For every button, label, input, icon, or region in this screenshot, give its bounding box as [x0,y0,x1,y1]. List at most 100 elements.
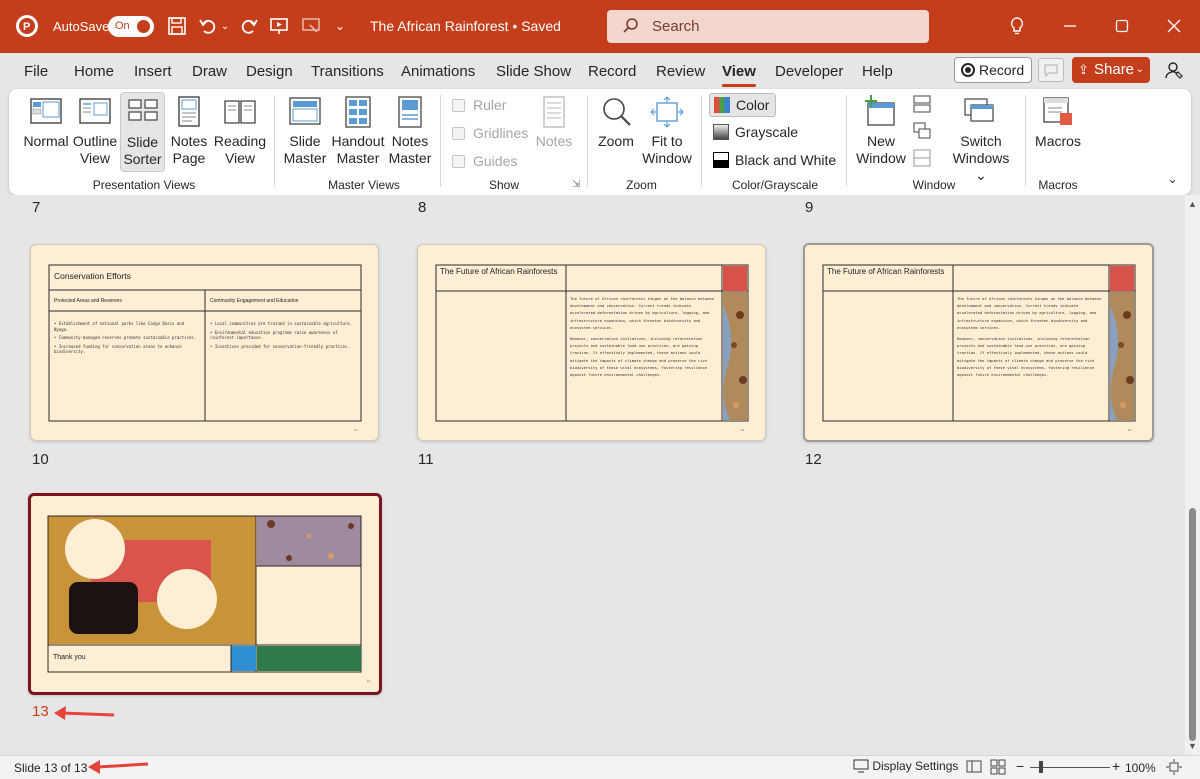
vertical-scrollbar[interactable]: ▲ ▼ [1185,195,1200,755]
record-button[interactable]: Record [954,57,1032,83]
slide-12-title: The Future of African Rainforests [827,267,945,276]
zoom-out-icon[interactable]: − [1016,758,1024,774]
tab-view[interactable]: View [722,63,756,87]
slide-master-button[interactable]: Slide Master [281,95,329,167]
redo-icon[interactable] [238,12,260,40]
slide-10-title: Conservation Efforts [54,271,131,281]
tab-review[interactable]: Review [656,63,705,80]
collapse-ribbon-icon[interactable]: ⌄ [1167,171,1178,187]
macros-button[interactable]: Macros [1033,95,1083,150]
show-dialog-launcher-icon[interactable]: ⇲ [572,179,580,190]
undo-dropdown-icon[interactable]: ⌄ [220,12,230,40]
zoom-in-icon[interactable]: + [1112,758,1120,774]
tab-draw[interactable]: Draw [192,63,227,80]
slide-thumbnail-11[interactable]: The Future of African Rainforests The fu… [417,244,766,441]
document-title[interactable]: The African Rainforest • Saved [370,18,561,34]
switch-windows-button[interactable]: Switch Windows ⌄ [946,95,1016,184]
close-icon[interactable] [1162,12,1186,40]
cascade-icon[interactable] [912,121,932,146]
group-divider [701,95,702,187]
normal-view-button[interactable]: Normal [22,95,70,150]
slide-counter[interactable]: Slide 13 of 13 [14,761,87,775]
notes-icon [543,96,565,128]
list-item: • Community-managed reserves promote sus… [54,335,197,340]
start-from-icon[interactable] [300,12,322,40]
color-button[interactable]: Color [709,93,776,117]
undo-icon[interactable] [197,12,219,40]
move-split-icon[interactable] [912,148,932,173]
new-window-button[interactable]: New Window [854,95,908,167]
outline-view-label-2: View [79,150,111,166]
customize-toolbar-icon[interactable]: ⌄ [333,12,347,40]
autosave-toggle[interactable]: On [108,16,154,37]
macros-label: Macros [1035,133,1081,149]
display-settings-button[interactable]: Display Settings [853,759,958,773]
notes-button[interactable]: Notes [534,95,574,150]
black-and-white-button[interactable]: Black and White [713,152,836,168]
ruler-checkbox[interactable]: Ruler [452,97,506,113]
zoom-slider-thumb[interactable] [1039,761,1043,773]
scroll-down-icon[interactable]: ▼ [1188,741,1197,751]
slide-10-col1-list: • Establishment of national parks like C… [54,321,199,355]
coauthor-icon[interactable] [1163,58,1185,82]
comments-button[interactable] [1038,58,1064,82]
annotation-arrow-icon [88,760,149,774]
list-item: • Incentives provided for conservation-f… [210,343,350,349]
normal-view-icon [30,98,62,124]
scroll-up-icon[interactable]: ▲ [1188,199,1197,209]
slide-sorter-button[interactable]: Slide Sorter [120,92,165,172]
slide-thumbnail-10[interactable]: Conservation Efforts Protected Areas and… [30,244,379,441]
save-icon[interactable] [166,12,188,40]
notes-page-icon [178,96,200,127]
zoom-button[interactable]: Zoom [594,95,638,150]
fit-to-window-button[interactable]: Fit to Window [640,95,694,167]
maximize-icon[interactable] [1110,12,1134,40]
tab-slide-show[interactable]: Slide Show [496,63,571,80]
zoom-level[interactable]: 100% [1125,761,1156,775]
arrange-all-icon[interactable] [912,94,932,119]
group-divider [1025,95,1026,187]
handout-master-button[interactable]: Handout Master [331,95,385,167]
tab-file[interactable]: File [24,63,48,80]
notes-page-button[interactable]: Notes Page [168,95,210,167]
guides-checkbox[interactable]: Guides [452,153,517,169]
lightbulb-icon[interactable] [1007,12,1027,40]
autosave-state: On [115,20,130,32]
share-dropdown-icon: ⌄ [1135,64,1144,75]
tab-design[interactable]: Design [246,63,293,80]
slide-12-page-number: 12 [1128,428,1132,432]
slide-10-col1-heading: Protected Areas and Reserves [54,298,122,304]
outline-view-button[interactable]: Outline View [72,95,118,167]
grayscale-button[interactable]: Grayscale [713,124,798,140]
reading-view-button[interactable]: Reading View [212,95,268,167]
tab-transitions[interactable]: Transitions [311,63,384,80]
view-normal-status-icon[interactable] [966,760,982,777]
ribbon: Normal Outline View Slide Sorter Notes P… [9,89,1191,195]
slide-13-preview [47,515,362,673]
slide-thumbnail-13[interactable]: Thank you 13 [28,493,382,695]
guides-label: Guides [473,153,518,169]
notes-master-button[interactable]: Notes Master [387,95,433,167]
tab-record[interactable]: Record [588,63,636,80]
scrollbar-thumb[interactable] [1189,508,1196,741]
notes-page-label-2: Page [172,150,206,166]
minimize-icon[interactable] [1058,12,1082,40]
gridlines-checkbox[interactable]: Gridlines [452,125,528,141]
slide-thumbnail-12[interactable]: The Future of African Rainforests The fu… [803,243,1154,442]
tab-help[interactable]: Help [862,63,893,80]
fit-slide-icon[interactable] [1166,759,1182,778]
tab-animations[interactable]: Animations [401,63,475,80]
tab-insert[interactable]: Insert [134,63,172,80]
present-icon[interactable] [268,12,290,40]
tab-developer[interactable]: Developer [775,63,843,80]
view-sorter-status-icon[interactable] [990,759,1006,778]
search-input[interactable]: Search [607,10,929,43]
notes-master-label-1: Notes [391,133,429,149]
tab-home[interactable]: Home [74,63,114,80]
color-label: Color [736,97,770,113]
outline-view-icon [79,98,111,124]
new-window-icon [865,95,895,126]
presentation-views-group-label: Presentation Views [92,178,196,192]
share-button[interactable]: ⇪ Share ⌄ [1072,57,1150,83]
zoom-slider[interactable] [1030,761,1110,773]
